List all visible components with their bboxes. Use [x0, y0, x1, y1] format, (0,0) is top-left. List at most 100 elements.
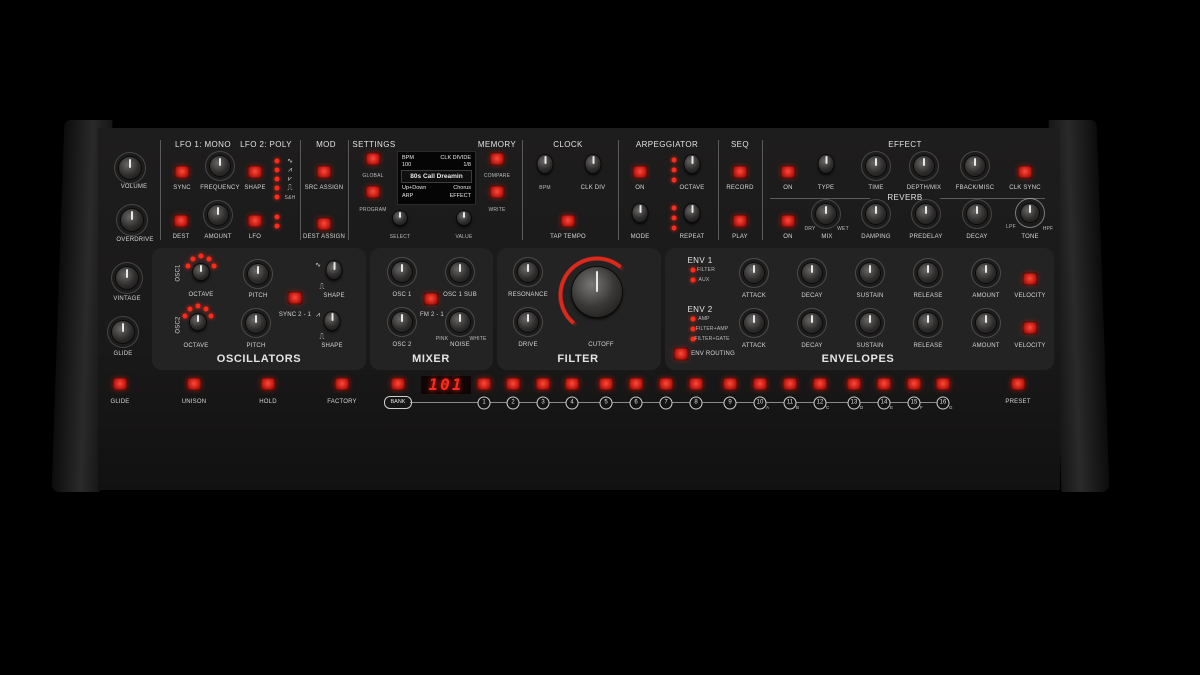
mixer-osc1-label: OSC 1: [392, 292, 412, 298]
effect-type-knob[interactable]: [818, 155, 834, 173]
cutoff-knob[interactable]: [572, 267, 622, 317]
arp-on-button[interactable]: [633, 166, 647, 178]
env2-velocity-button[interactable]: [1023, 322, 1037, 334]
program-button-9[interactable]: [723, 378, 737, 390]
resonance-knob[interactable]: [518, 262, 538, 282]
volume-knob[interactable]: [119, 157, 141, 179]
clk-sync-button[interactable]: [1018, 166, 1032, 178]
src-assign-button[interactable]: [317, 166, 331, 178]
program-bank-letter-13: D: [860, 405, 864, 410]
reverb-damping-knob[interactable]: [866, 204, 886, 224]
lfo2-lfo-button[interactable]: [248, 215, 262, 227]
env1-velocity-button[interactable]: [1023, 273, 1037, 285]
env1-release-knob[interactable]: [918, 263, 938, 283]
vintage-knob[interactable]: [116, 267, 138, 289]
program-button-7[interactable]: [659, 378, 673, 390]
program-button-8[interactable]: [689, 378, 703, 390]
lfo2-shape-button[interactable]: [248, 166, 262, 178]
arp-repeat-knob[interactable]: [684, 204, 700, 222]
write-button[interactable]: [490, 186, 504, 198]
factory-button[interactable]: [335, 378, 349, 390]
sync-2-1-button[interactable]: [288, 292, 302, 304]
program-button[interactable]: [366, 186, 380, 198]
glide-knob[interactable]: [112, 321, 134, 343]
effect-depth-knob[interactable]: [914, 156, 934, 176]
arp-octave-knob[interactable]: [684, 155, 700, 173]
lfo1-amount-knob[interactable]: [208, 205, 228, 225]
env1-decay-knob[interactable]: [802, 263, 822, 283]
env2-amount-knob[interactable]: [976, 313, 996, 333]
seq-record-button[interactable]: [733, 166, 747, 178]
osc1-shape-knob[interactable]: [326, 261, 342, 279]
program-button-14[interactable]: [877, 378, 891, 390]
value-encoder[interactable]: [457, 211, 471, 225]
env1-attack-knob[interactable]: [744, 263, 764, 283]
hold-button[interactable]: [261, 378, 275, 390]
env1-sustain-knob[interactable]: [860, 263, 880, 283]
lfo-select-led-1: [274, 214, 280, 220]
program-button-10[interactable]: [753, 378, 767, 390]
select-encoder[interactable]: [393, 211, 407, 225]
program-button-3[interactable]: [536, 378, 550, 390]
program-button-11[interactable]: [783, 378, 797, 390]
program-button-13[interactable]: [847, 378, 861, 390]
program-button-16[interactable]: [936, 378, 950, 390]
effect-fback-knob[interactable]: [965, 156, 985, 176]
reverb-decay-knob[interactable]: [967, 204, 987, 224]
arp-mode-knob[interactable]: [632, 204, 648, 222]
drive-knob[interactable]: [518, 312, 538, 332]
osc2-octave-knob[interactable]: [190, 314, 206, 330]
lfo1-dest-button[interactable]: [174, 215, 188, 227]
overdrive-knob[interactable]: [121, 209, 143, 231]
program-button-2[interactable]: [506, 378, 520, 390]
effect-on-button[interactable]: [781, 166, 795, 178]
program-button-1[interactable]: [477, 378, 491, 390]
mixer-center-button[interactable]: [424, 293, 438, 305]
glide-button-label: GLIDE: [110, 399, 130, 405]
mixer-osc1-knob[interactable]: [392, 262, 412, 282]
mixer-osc1-sub-knob[interactable]: [450, 262, 470, 282]
program-button-12[interactable]: [813, 378, 827, 390]
env1-amount-knob[interactable]: [976, 263, 996, 283]
record-label: RECORD: [726, 185, 754, 191]
program-button-4[interactable]: [565, 378, 579, 390]
global-button[interactable]: [366, 153, 380, 165]
osc2-shape-knob[interactable]: [324, 312, 340, 330]
env1-sustain-label: SUSTAIN: [856, 293, 884, 299]
env2-attack-knob[interactable]: [744, 313, 764, 333]
lfo1-frequency-knob[interactable]: [210, 156, 230, 176]
reverb-title: REVERB: [887, 193, 923, 202]
reverb-rule-left: [770, 198, 870, 199]
osc1-pitch-knob[interactable]: [248, 264, 268, 284]
bpm-knob[interactable]: [537, 155, 553, 173]
reverb-predelay-knob[interactable]: [916, 204, 936, 224]
program-button-5[interactable]: [599, 378, 613, 390]
display-clk-value: 1/8: [463, 162, 471, 168]
preset-button[interactable]: [1011, 378, 1025, 390]
env-routing-button[interactable]: [674, 348, 688, 360]
env2-decay-knob[interactable]: [802, 313, 822, 333]
clk-div-knob[interactable]: [585, 155, 601, 173]
reverb-tone-knob[interactable]: [1021, 204, 1039, 222]
mixer-osc2-knob[interactable]: [392, 312, 412, 332]
effect-time-knob[interactable]: [866, 156, 886, 176]
osc1-octave-knob[interactable]: [193, 264, 209, 280]
program-button-15[interactable]: [907, 378, 921, 390]
mixer-noise-knob[interactable]: [450, 312, 470, 332]
bank-button[interactable]: [391, 378, 405, 390]
osc1-octave-led: [206, 256, 212, 262]
env2-sustain-knob[interactable]: [860, 313, 880, 333]
dest-assign-button[interactable]: [317, 218, 331, 230]
unison-button[interactable]: [187, 378, 201, 390]
env2-release-knob[interactable]: [918, 313, 938, 333]
program-number-13: 13: [847, 396, 861, 410]
seq-play-button[interactable]: [733, 215, 747, 227]
reverb-on-button[interactable]: [781, 215, 795, 227]
reverb-mix-knob[interactable]: [816, 204, 836, 224]
program-button-6[interactable]: [629, 378, 643, 390]
lfo1-sync-button[interactable]: [175, 166, 189, 178]
compare-button[interactable]: [490, 153, 504, 165]
glide-button[interactable]: [113, 378, 127, 390]
tap-tempo-button[interactable]: [561, 215, 575, 227]
osc2-pitch-knob[interactable]: [246, 313, 266, 333]
